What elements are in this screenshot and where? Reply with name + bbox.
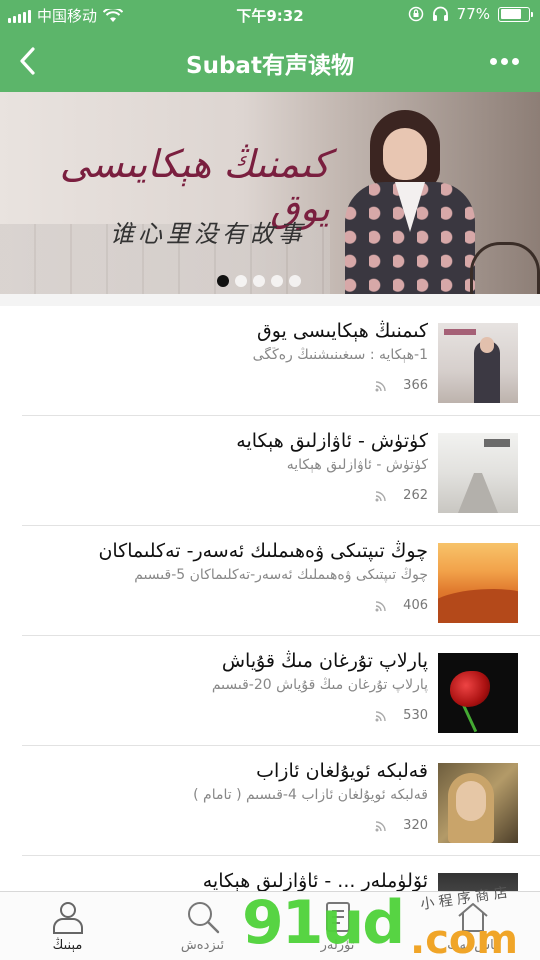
user-icon	[52, 902, 83, 934]
battery-percent: 77%	[456, 5, 490, 23]
status-right: 77%	[408, 5, 533, 23]
play-count: 262	[403, 488, 428, 503]
item-cover-image	[438, 323, 518, 403]
carousel-dots[interactable]	[217, 275, 301, 287]
item-subtitle: پارلاپ تۇرغان مىڭ قۇياش 20-قىسىم	[211, 677, 428, 693]
rss-icon	[375, 820, 386, 831]
rss-icon	[375, 380, 386, 391]
list-item[interactable]: قەلبكە ئويۇلغان ئازاب قەلبكە ئويۇلغان ئا…	[22, 746, 540, 856]
rss-icon	[375, 490, 386, 501]
rss-icon	[375, 710, 386, 721]
list-item[interactable]: پارلاپ تۇرغان مىڭ قۇياش پارلاپ تۇرغان مى…	[22, 636, 540, 746]
carousel-dot[interactable]	[289, 275, 301, 287]
item-cover-image	[438, 653, 518, 733]
item-title: قەلبكە ئويۇلغان ئازاب	[256, 760, 428, 782]
item-subtitle: چوڭ تىپتىكى ۋەھىملىك ئەسەر-تەكلىماكان 5-…	[134, 567, 428, 583]
item-title: چوڭ تىپتىكى ۋەھىملىك ئەسەر- تەكلىماكان	[98, 540, 428, 562]
more-button[interactable]	[484, 44, 524, 78]
item-cover-image	[438, 543, 518, 623]
search-icon	[187, 902, 219, 934]
watermark-tld: .com	[410, 917, 519, 960]
play-count: 530	[403, 708, 428, 723]
tab-label: مېنىڭ	[52, 938, 83, 953]
carousel-dot[interactable]	[271, 275, 283, 287]
item-subtitle: كۈتۈش - ئاۋازلىق ھېكايە	[286, 457, 428, 473]
battery-fill	[500, 9, 522, 19]
page-title: Subat有声读物	[186, 53, 354, 79]
list-item[interactable]: كىمنىڭ ھېكايىسى يوق 1-ھېكايە : سىغىنىشنى…	[22, 306, 540, 416]
rss-icon	[375, 600, 386, 611]
item-cover-image	[438, 763, 518, 843]
carousel-dot[interactable]	[253, 275, 265, 287]
item-subtitle: 1-ھېكايە : سىغىنىشنىڭ رەڭگى	[252, 347, 428, 363]
play-count: 406	[403, 598, 428, 613]
headphones-icon	[432, 6, 448, 21]
audio-book-list: كىمنىڭ ھېكايىسى يوق 1-ھېكايە : سىغىنىشنى…	[0, 306, 540, 960]
item-title: كىمنىڭ ھېكايىسى يوق	[256, 320, 428, 342]
nav-bar: Subat有声读物	[0, 30, 540, 92]
battery-icon	[498, 6, 533, 22]
banner-subtitle: 谁心里没有故事	[110, 220, 306, 248]
play-count: 366	[403, 378, 428, 393]
watermark-logo: 91ud	[242, 888, 405, 958]
play-count: 320	[403, 818, 428, 833]
item-title: كۈتۈش - ئاۋازلىق ھېكايە	[236, 430, 428, 452]
list-item[interactable]: چوڭ تىپتىكى ۋەھىملىك ئەسەر- تەكلىماكان چ…	[22, 526, 540, 636]
item-cover-image	[438, 433, 518, 513]
banner-image-person	[345, 110, 475, 294]
chevron-left-icon	[20, 47, 35, 75]
carousel-dot[interactable]	[217, 275, 229, 287]
item-title: پارلاپ تۇرغان مىڭ قۇياش	[221, 650, 428, 672]
carousel-dot[interactable]	[235, 275, 247, 287]
banner-image-chair	[470, 242, 540, 294]
back-button[interactable]	[10, 44, 44, 78]
status-bar: 中国移动 下午9:32 77%	[0, 0, 540, 30]
item-subtitle: قەلبكە ئويۇلغان ئازاب 4-قىسىم ( تامام )	[193, 787, 428, 803]
banner-carousel[interactable]: كىمنىڭ ھېكايىسى يوق 谁心里没有故事	[0, 92, 540, 294]
rotation-lock-icon	[408, 6, 423, 22]
tab-mine[interactable]: مېنىڭ	[0, 892, 135, 960]
list-item[interactable]: كۈتۈش - ئاۋازلىق ھېكايە كۈتۈش - ئاۋازلىق…	[22, 416, 540, 526]
more-dots-icon	[489, 57, 497, 65]
